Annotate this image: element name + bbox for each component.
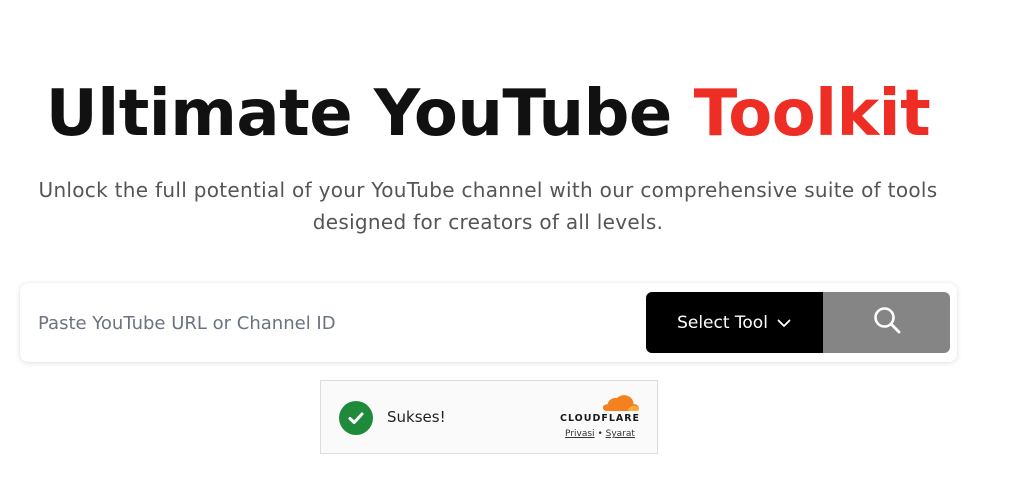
search-icon	[872, 305, 902, 340]
captcha-status: Sukses!	[387, 408, 446, 426]
page-subtitle: Unlock the full potential of your YouTub…	[0, 174, 976, 238]
subtitle-line-2: designed for creators of all levels.	[312, 210, 664, 234]
privacy-link[interactable]: Privasi	[565, 429, 595, 439]
page-title: Ultimate YouTube Toolkit	[0, 76, 976, 152]
subtitle-line-1: Unlock the full potential of your YouTub…	[38, 178, 938, 202]
link-separator: •	[597, 429, 603, 439]
cloudflare-brand: CLOUDFLARE	[559, 413, 641, 424]
url-input[interactable]	[38, 295, 638, 351]
search-button[interactable]	[823, 292, 950, 353]
cloudflare-captcha: Sukses! CLOUDFLARE Privasi • Syarat	[320, 380, 658, 454]
captcha-links: Privasi • Syarat	[557, 429, 643, 439]
terms-link[interactable]: Syarat	[606, 429, 635, 439]
select-tool-dropdown[interactable]: Select Tool	[646, 292, 823, 353]
search-bar: Select Tool	[20, 283, 957, 362]
check-circle-icon	[339, 401, 373, 435]
select-tool-label: Select Tool	[677, 312, 768, 333]
title-accent: Toolkit	[693, 77, 931, 151]
title-main: Ultimate YouTube	[45, 77, 673, 151]
page: Ultimate YouTube Toolkit Unlock the full…	[0, 0, 1024, 487]
chevron-down-icon	[776, 315, 792, 331]
